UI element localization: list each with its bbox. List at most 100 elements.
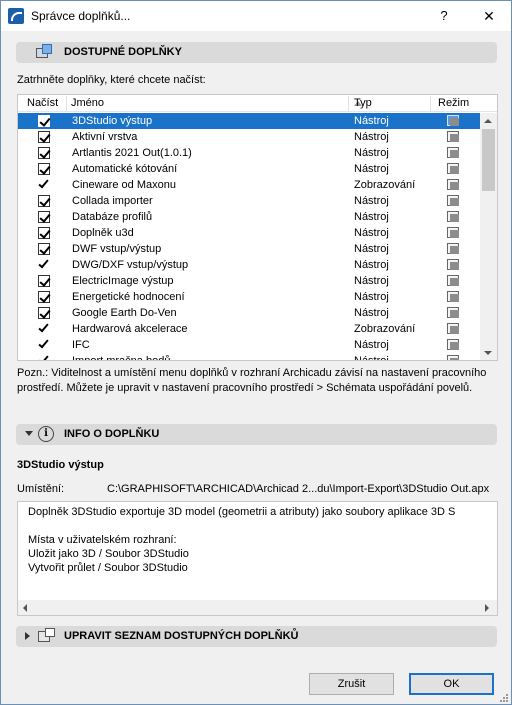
addons-table: Načíst Jméno Typ Režim 3DStudio výstup Ná… xyxy=(17,94,498,361)
scroll-left-icon[interactable] xyxy=(23,604,27,612)
load-checkbox[interactable] xyxy=(38,147,50,159)
mode-icon[interactable] xyxy=(446,226,462,240)
addon-type: Nástroj xyxy=(354,195,389,207)
addon-name: Import mračna bodů xyxy=(72,355,171,361)
mode-icon[interactable] xyxy=(446,354,462,360)
table-row[interactable]: Automatické kótování Nástroj xyxy=(18,161,480,177)
addon-info-section-header[interactable]: i INFO O DOPLŇKU xyxy=(16,424,497,445)
mode-icon[interactable] xyxy=(446,258,462,272)
loaded-checkmark-icon[interactable] xyxy=(38,177,49,189)
selected-addon-name: 3DStudio výstup xyxy=(17,459,104,471)
addon-icon xyxy=(36,44,54,61)
addon-name: Automatické kótování xyxy=(72,163,178,175)
load-instruction: Zatrhněte doplňky, které chcete načíst: xyxy=(17,74,206,86)
resize-grip-icon[interactable] xyxy=(499,693,509,703)
table-row[interactable]: Google Earth Do-Ven Nástroj xyxy=(18,305,480,321)
load-checkbox[interactable] xyxy=(38,243,50,255)
available-addons-title: DOSTUPNÉ DOPLŇKY xyxy=(64,46,182,58)
addon-name: DWG/DXF vstup/výstup xyxy=(72,259,189,271)
loaded-checkmark-icon[interactable] xyxy=(38,321,49,333)
mode-icon[interactable] xyxy=(446,194,462,208)
close-button[interactable]: ✕ xyxy=(471,1,507,31)
loaded-checkmark-icon[interactable] xyxy=(38,353,49,360)
load-checkbox[interactable] xyxy=(38,307,50,319)
addon-type: Nástroj xyxy=(354,243,389,255)
addon-type: Nástroj xyxy=(354,211,389,223)
table-row[interactable]: ElectricImage výstup Nástroj xyxy=(18,273,480,289)
location-label: Umístění: xyxy=(17,483,65,495)
table-row[interactable]: DWF vstup/výstup Nástroj xyxy=(18,241,480,257)
load-checkbox[interactable] xyxy=(38,195,50,207)
table-row[interactable]: Energetické hodnocení Nástroj xyxy=(18,289,480,305)
description-box[interactable]: Doplněk 3DStudio exportuje 3D model (geo… xyxy=(17,501,498,616)
table-row[interactable]: Cineware od Maxonu Zobrazování xyxy=(18,177,480,193)
addon-manager-dialog: Správce doplňků... ? ✕ DOSTUPNÉ DOPLŇKY … xyxy=(0,0,512,705)
addon-type: Nástroj xyxy=(354,131,389,143)
title-bar: Správce doplňků... ? ✕ xyxy=(1,1,511,31)
addon-type: Nástroj xyxy=(354,307,389,319)
vertical-scrollbar[interactable] xyxy=(480,113,497,360)
addon-name: Artlantis 2021 Out(1.0.1) xyxy=(72,147,192,159)
addon-type: Nástroj xyxy=(354,227,389,239)
addon-name: 3DStudio výstup xyxy=(72,115,153,127)
scroll-thumb[interactable] xyxy=(482,129,495,191)
note-text: Pozn.: Viditelnost a umístění menu doplň… xyxy=(17,367,487,394)
scroll-down-icon[interactable] xyxy=(484,351,492,355)
addon-name: IFC xyxy=(72,339,90,351)
mode-icon[interactable] xyxy=(446,242,462,256)
table-row[interactable]: Doplněk u3d Nástroj xyxy=(18,225,480,241)
loaded-checkmark-icon[interactable] xyxy=(38,257,49,269)
mode-icon[interactable] xyxy=(446,210,462,224)
table-row[interactable]: Databáze profilů Nástroj xyxy=(18,209,480,225)
scroll-up-icon[interactable] xyxy=(484,119,492,123)
cancel-button[interactable]: Zrušit xyxy=(309,673,394,695)
addon-name: Aktivní vrstva xyxy=(72,131,138,143)
column-mode[interactable]: Režim xyxy=(438,97,469,109)
help-button[interactable]: ? xyxy=(429,1,459,31)
mode-icon[interactable] xyxy=(446,306,462,320)
mode-icon[interactable] xyxy=(446,290,462,304)
table-row[interactable]: Import mračna bodů Nástroj xyxy=(18,353,480,361)
load-checkbox[interactable] xyxy=(38,163,50,175)
loaded-checkmark-icon[interactable] xyxy=(38,337,49,349)
scroll-right-icon[interactable] xyxy=(485,604,489,612)
load-checkbox[interactable] xyxy=(38,131,50,143)
addon-name: Databáze profilů xyxy=(72,211,153,223)
load-checkbox[interactable] xyxy=(38,275,50,287)
addon-name: Google Earth Do-Ven xyxy=(72,307,177,319)
mode-icon[interactable] xyxy=(446,146,462,160)
load-checkbox[interactable] xyxy=(38,115,50,127)
edit-addons-section-header[interactable]: UPRAVIT SEZNAM DOSTUPNÝCH DOPLŇKŮ xyxy=(16,626,497,647)
info-icon: i xyxy=(38,426,54,442)
mode-icon[interactable] xyxy=(446,114,462,128)
table-row[interactable]: Aktivní vrstva Nástroj xyxy=(18,129,480,145)
table-row[interactable]: DWG/DXF vstup/výstup Nástroj xyxy=(18,257,480,273)
table-row[interactable]: 3DStudio výstup Nástroj xyxy=(18,113,480,129)
table-row[interactable]: Artlantis 2021 Out(1.0.1) Nástroj xyxy=(18,145,480,161)
addon-type: Nástroj xyxy=(354,355,389,361)
mode-icon[interactable] xyxy=(446,338,462,352)
mode-icon[interactable] xyxy=(446,322,462,336)
table-row[interactable]: Collada importer Nástroj xyxy=(18,193,480,209)
addon-type: Nástroj xyxy=(354,259,389,271)
table-row[interactable]: IFC Nástroj xyxy=(18,337,480,353)
load-checkbox[interactable] xyxy=(38,211,50,223)
mode-icon[interactable] xyxy=(446,274,462,288)
available-addons-section-header[interactable]: DOSTUPNÉ DOPLŇKY xyxy=(16,42,497,63)
location-value: C:\GRAPHISOFT\ARCHICAD\Archicad 2...du\I… xyxy=(107,483,490,495)
description-text: Doplněk 3DStudio exportuje 3D model (geo… xyxy=(28,506,456,574)
mode-icon[interactable] xyxy=(446,162,462,176)
archicad-logo-icon xyxy=(8,8,24,24)
addon-type: Nástroj xyxy=(354,163,389,175)
table-row[interactable]: Hardwarová akcelerace Zobrazování xyxy=(18,321,480,337)
horizontal-scrollbar[interactable] xyxy=(18,600,497,615)
column-load[interactable]: Načíst xyxy=(27,97,58,109)
mode-icon[interactable] xyxy=(446,130,462,144)
addon-type: Nástroj xyxy=(354,115,389,127)
ok-button[interactable]: OK xyxy=(409,673,494,695)
column-type[interactable]: Typ xyxy=(354,97,372,109)
column-name[interactable]: Jméno xyxy=(71,97,104,109)
mode-icon[interactable] xyxy=(446,178,462,192)
load-checkbox[interactable] xyxy=(38,227,50,239)
load-checkbox[interactable] xyxy=(38,291,50,303)
